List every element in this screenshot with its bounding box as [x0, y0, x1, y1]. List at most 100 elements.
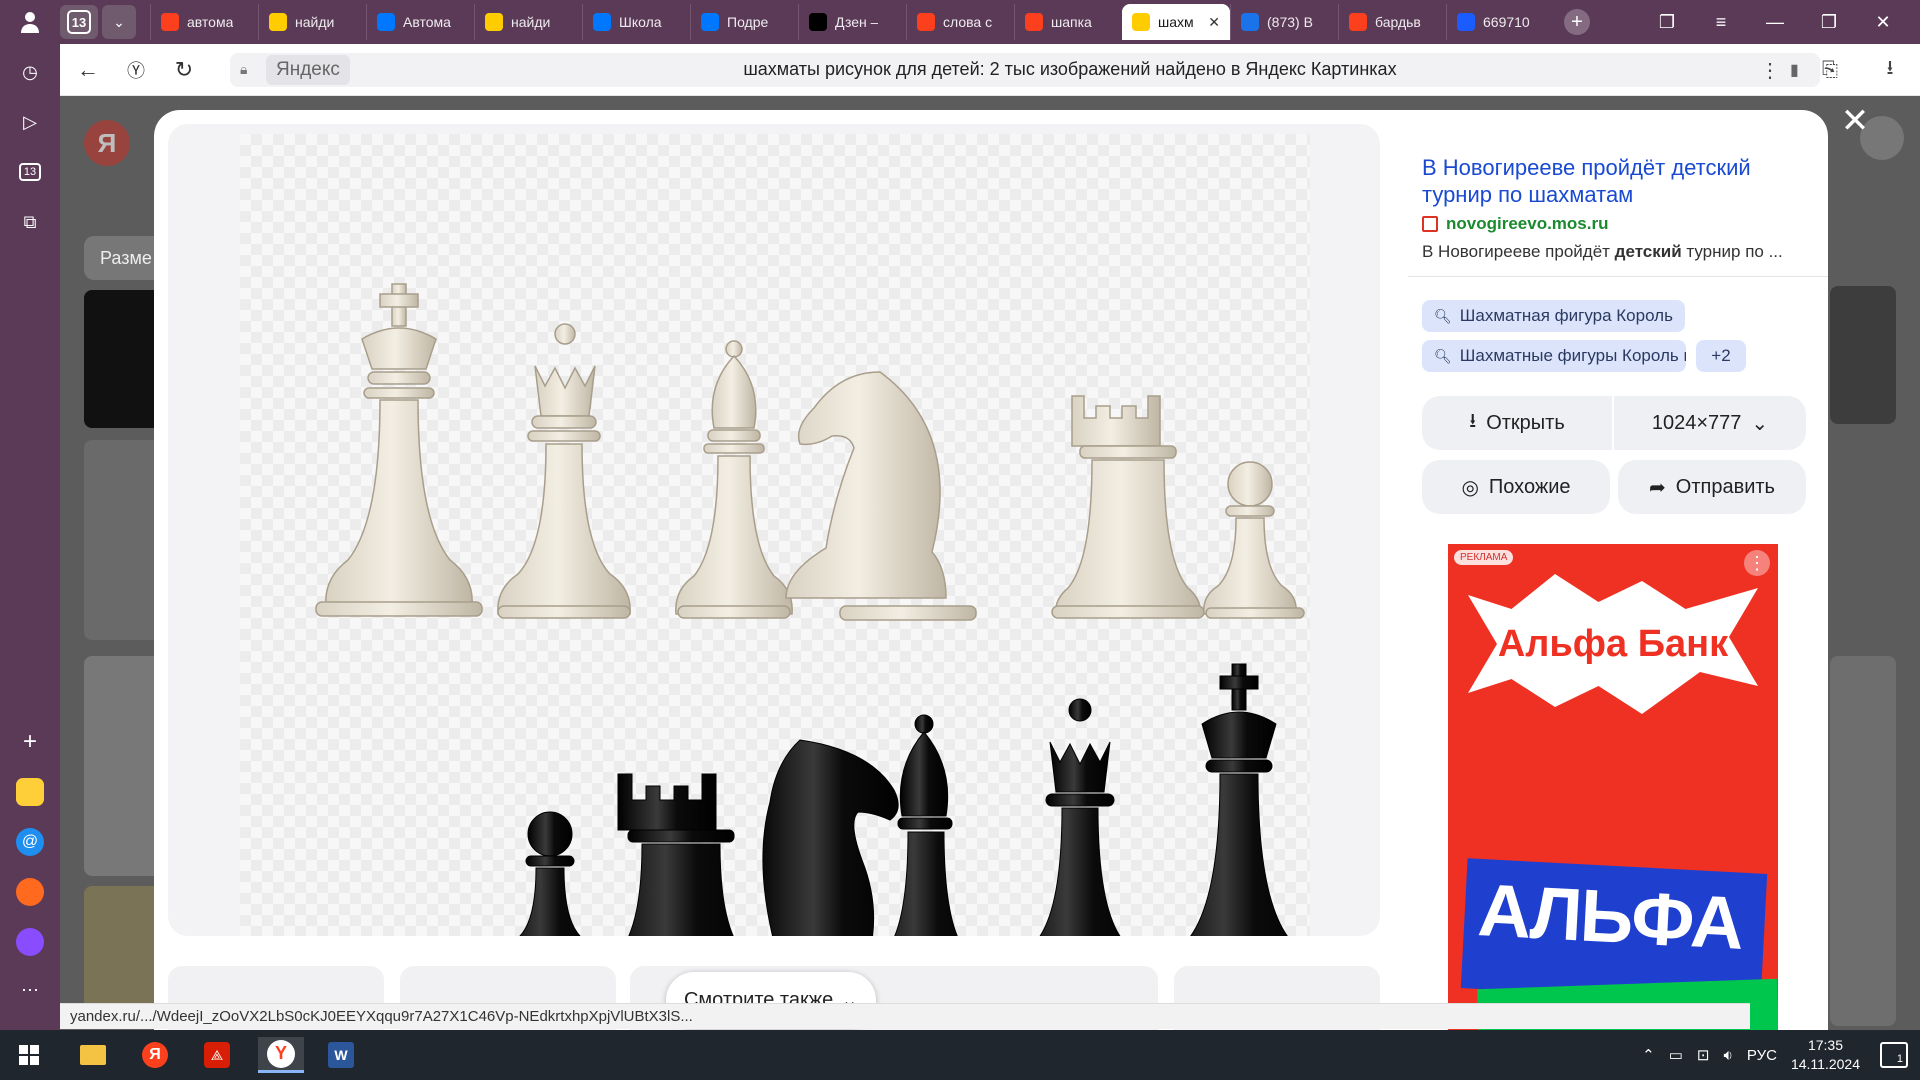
close-tab-icon[interactable]: ✕: [1208, 14, 1220, 31]
tab-label: Школа: [619, 14, 662, 30]
yandex-browser-icon[interactable]: Y: [258, 1037, 304, 1073]
browser-tab[interactable]: найди: [258, 4, 366, 40]
browser-tab[interactable]: Подре: [690, 4, 798, 40]
browser-tab[interactable]: Автома: [366, 4, 474, 40]
yandex-taskbar-icon[interactable]: Я: [136, 1037, 174, 1073]
volume-icon[interactable]: 🔉︎: [1723, 1047, 1732, 1064]
tab-counter-icon[interactable]: 13: [14, 156, 46, 188]
play-icon[interactable]: ▷: [14, 106, 46, 138]
tag-chip[interactable]: 🔍︎ Шахматная фигура Король: [1422, 300, 1685, 332]
back-button[interactable]: ←: [68, 50, 108, 90]
black-rook-icon: [617, 773, 735, 936]
browser-tab[interactable]: 669710: [1446, 4, 1554, 40]
white-queen-icon: [497, 323, 631, 619]
chevron-down-icon[interactable]: ⌄: [102, 5, 136, 39]
new-tab-button[interactable]: +: [1564, 9, 1590, 35]
site-chip[interactable]: Яндекс: [266, 54, 350, 85]
share-button[interactable]: ➦ Отправить: [1618, 460, 1806, 514]
thumbnail[interactable]: [84, 440, 164, 640]
browser-sidebar: ◷ ▷ 13 ⧉ + @ ⋯: [0, 44, 60, 1030]
images-icon: [1132, 13, 1150, 31]
more-tags-chip[interactable]: +2: [1696, 340, 1746, 372]
mail-app-icon[interactable]: @: [14, 826, 46, 858]
yandex-icon: [917, 13, 935, 31]
mail-icon: [1241, 13, 1259, 31]
browser-tab[interactable]: найди: [474, 4, 582, 40]
size-select[interactable]: 1024×777 ⌄: [1614, 396, 1806, 450]
ad-options-icon[interactable]: ⋮: [1744, 550, 1770, 576]
tab-label: Дзен –: [835, 14, 879, 30]
word-icon[interactable]: W: [322, 1037, 360, 1073]
address-bar: ← Ⓨ ↻ 🔒︎ Яндекс шахматы рисунок для дете…: [60, 44, 1920, 96]
yandex-home-button[interactable]: Ⓨ: [116, 50, 156, 90]
alice-icon[interactable]: [14, 926, 46, 958]
black-king-icon: [1190, 663, 1288, 936]
history-icon[interactable]: ◷: [14, 56, 46, 88]
battery-icon[interactable]: ▭: [1669, 1046, 1683, 1064]
lock-icon: 🔒︎: [240, 61, 248, 77]
windows-start-icon[interactable]: [10, 1037, 48, 1073]
language-indicator[interactable]: РУС: [1747, 1047, 1777, 1064]
download-icon: ⭳: [1469, 410, 1477, 432]
browser-tab[interactable]: автома: [150, 4, 258, 40]
browser-tab[interactable]: Дзен –: [798, 4, 906, 40]
file-explorer-icon[interactable]: [74, 1037, 112, 1073]
tab-label: найди: [511, 14, 551, 30]
open-button[interactable]: ⭳ Открыть: [1422, 396, 1612, 450]
thumbnail[interactable]: [1830, 286, 1896, 424]
tabs-panel-icon[interactable]: ❐: [1640, 12, 1694, 33]
chess-pieces-image: [315, 283, 1305, 936]
browser-tab[interactable]: шапка: [1014, 4, 1122, 40]
notifications-icon[interactable]: 1: [1880, 1042, 1908, 1068]
divider: [1408, 276, 1828, 277]
source-title-link[interactable]: В Новогирееве пройдёт детский турнир по …: [1422, 154, 1822, 208]
close-viewer-button[interactable]: ✕: [1838, 102, 1872, 140]
browser-tab[interactable]: (873) В: [1230, 4, 1338, 40]
similar-button[interactable]: ◎ Похожие: [1422, 460, 1610, 514]
tab-strip: 13 ⌄ автома найди Автома найди Школа Подре Дзе…: [0, 0, 1920, 44]
browser-tab[interactable]: шахм ✕: [1122, 4, 1230, 40]
white-rook-icon: [1051, 395, 1205, 619]
tab-label: шахм: [1158, 14, 1194, 30]
menu-icon[interactable]: ≡: [1694, 12, 1748, 33]
close-window-icon[interactable]: ✕: [1856, 12, 1910, 33]
domain-text: novogireevo.mos.ru: [1446, 214, 1609, 233]
source-domain[interactable]: novogireevo.mos.ru: [1422, 214, 1608, 234]
main-image[interactable]: [240, 134, 1310, 936]
clock[interactable]: 17:35 14.11.2024: [1791, 1036, 1860, 1074]
market-icon[interactable]: [14, 876, 46, 908]
acrobat-icon[interactable]: ⟁: [198, 1037, 236, 1073]
reload-button[interactable]: ↻: [164, 50, 204, 90]
source-description: В Новогирееве пройдёт детский турнир по …: [1422, 242, 1783, 261]
network-icon[interactable]: ⊡: [1697, 1046, 1710, 1064]
tag-chip[interactable]: 🔍︎ Шахматные фигуры Король и ф...: [1422, 340, 1686, 372]
image-panel: [168, 124, 1380, 936]
thumbnail[interactable]: [84, 656, 164, 876]
url-field[interactable]: 🔒︎ Яндекс шахматы рисунок для детей: 2 т…: [230, 52, 1820, 87]
browser-tab[interactable]: слова с: [906, 4, 1014, 40]
ad-banner[interactable]: Альфа Банк РЕКЛАМА ⋮ АЛЬФА: [1448, 544, 1778, 1030]
tab-list: автома найди Автома найди Школа Подре Дзен – сл…: [150, 4, 1554, 40]
add-icon[interactable]: +: [14, 726, 46, 758]
collections-icon[interactable]: ⎘: [1800, 59, 1860, 82]
restore-icon[interactable]: ❐: [1802, 12, 1856, 33]
thumbnail[interactable]: [1830, 656, 1896, 1026]
more-icon[interactable]: ⋯: [14, 974, 46, 1006]
minimize-icon[interactable]: —: [1748, 12, 1802, 33]
screenshot-icon[interactable]: ⧉: [14, 206, 46, 238]
browser-tab[interactable]: Школа: [582, 4, 690, 40]
tab-counter-button[interactable]: 13: [60, 5, 98, 39]
thumbnail[interactable]: [84, 290, 164, 428]
tab-label: (873) В: [1267, 14, 1313, 30]
favicon-icon: [1422, 216, 1438, 232]
chevron-up-icon[interactable]: ⌃: [1642, 1046, 1655, 1064]
more-menu-icon[interactable]: ⋮: [1740, 58, 1800, 83]
download-icon[interactable]: ⭳: [1860, 53, 1920, 87]
profile-icon[interactable]: [0, 0, 60, 44]
yandex-icon: [1349, 13, 1367, 31]
ring-icon: [1457, 13, 1475, 31]
notes-icon[interactable]: [14, 776, 46, 808]
tab-label: автома: [187, 14, 234, 30]
white-bishop-icon: [675, 340, 793, 619]
browser-tab[interactable]: бардьв: [1338, 4, 1446, 40]
